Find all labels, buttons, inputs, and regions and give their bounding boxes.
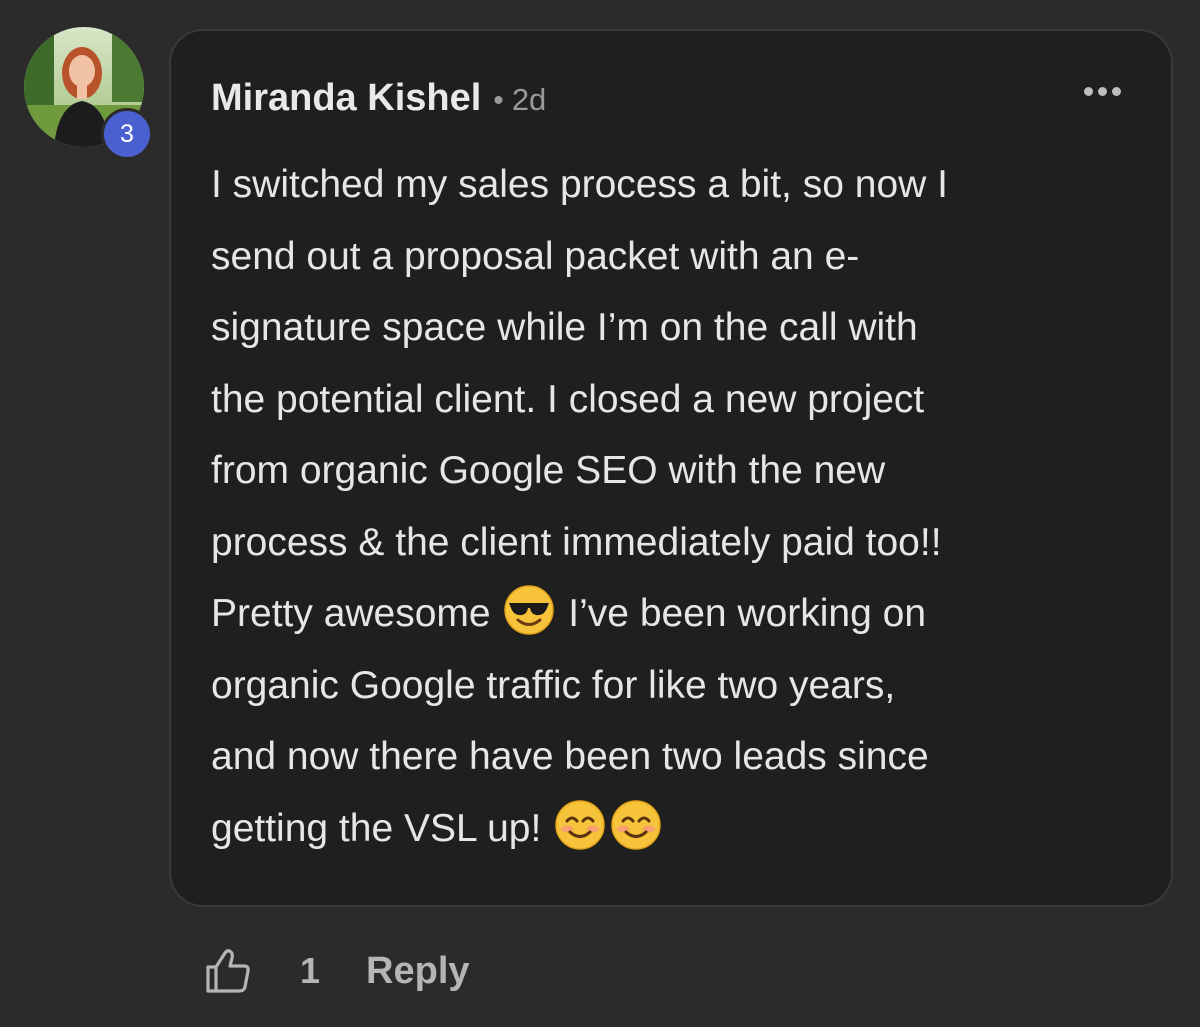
comment-text-part1: I switched my sales process a bit, so no… [211,163,948,635]
like-count: 1 [300,950,321,991]
comment-header: Miranda Kishel • 2d [211,77,546,120]
smiling-face-with-sunglasses-icon [504,585,555,635]
timestamp[interactable]: 2d [512,82,546,118]
thumbs-up-icon[interactable] [202,945,254,997]
comment-text: I switched my sales process a bit, so no… [211,149,1131,864]
comment-actions: 1 Reply [202,945,470,997]
comment-thread: 3 Miranda Kishel • 2d I switched my sale… [0,0,1200,1027]
comment-bubble: Miranda Kishel • 2d I switched my sales … [169,29,1173,907]
smiling-face-icon [611,799,661,850]
more-dot [1112,87,1121,96]
more-dot [1084,87,1093,96]
level-badge: 3 [101,108,153,160]
more-dot [1098,87,1107,96]
reply-button[interactable]: Reply [366,950,469,993]
more-options-icon[interactable] [1084,87,1121,96]
smiling-face-icon [555,799,605,850]
author-name[interactable]: Miranda Kishel [211,77,481,120]
separator-dot: • [493,84,504,117]
